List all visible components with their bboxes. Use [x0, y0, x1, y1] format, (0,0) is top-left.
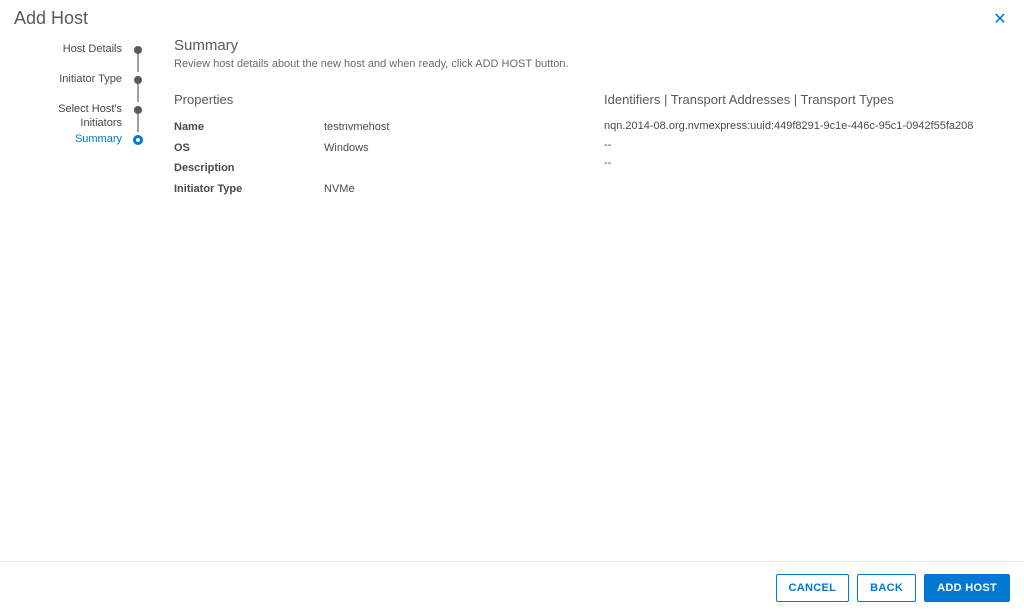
- footer: CANCEL BACK ADD HOST: [0, 561, 1024, 614]
- step-dot-icon: [133, 135, 143, 145]
- step-dot-icon: [134, 106, 142, 114]
- wizard-step-label: Summary: [75, 133, 132, 147]
- property-label: OS: [174, 140, 324, 157]
- property-value: NVMe: [324, 181, 564, 198]
- property-row-os: OS Windows: [174, 138, 564, 159]
- property-value: [324, 160, 564, 177]
- property-label: Description: [174, 160, 324, 177]
- cancel-button[interactable]: CANCEL: [776, 574, 850, 602]
- property-label: Name: [174, 119, 324, 136]
- wizard-step-summary[interactable]: Summary: [14, 133, 144, 163]
- wizard-step-host-details[interactable]: Host Details: [14, 43, 144, 73]
- transport-type-row: --: [604, 154, 1010, 173]
- property-value: testnvmehost: [324, 119, 564, 136]
- close-icon[interactable]: ✕: [990, 9, 1010, 29]
- property-row-initiator-type: Initiator Type NVMe: [174, 179, 564, 200]
- section-hint: Review host details about the new host a…: [174, 58, 1010, 70]
- identifiers-heading: Identifiers | Transport Addresses | Tran…: [604, 92, 1010, 107]
- transport-address-row: --: [604, 136, 1010, 155]
- add-host-button[interactable]: ADD HOST: [924, 574, 1010, 602]
- step-dot-icon: [134, 46, 142, 54]
- wizard-step-label: Host Details: [63, 43, 132, 57]
- content-area: Summary Review host details about the ne…: [144, 33, 1010, 561]
- section-heading: Summary: [174, 37, 1010, 54]
- back-button[interactable]: BACK: [857, 574, 916, 602]
- wizard-step-initiator-type[interactable]: Initiator Type: [14, 73, 144, 103]
- step-dot-icon: [134, 76, 142, 84]
- property-row-name: Name testnvmehost: [174, 117, 564, 138]
- property-row-description: Description: [174, 158, 564, 179]
- page-title: Add Host: [14, 8, 88, 29]
- wizard-steps: Host Details Initiator Type Select Host'…: [14, 33, 144, 561]
- wizard-step-label: Select Host's Initiators: [32, 103, 132, 131]
- wizard-step-select-initiators[interactable]: Select Host's Initiators: [14, 103, 144, 133]
- identifier-row: nqn.2014-08.org.nvmexpress:uuid:449f8291…: [604, 117, 1010, 136]
- wizard-step-label: Initiator Type: [59, 73, 132, 87]
- properties-heading: Properties: [174, 92, 564, 107]
- property-value: Windows: [324, 140, 564, 157]
- property-label: Initiator Type: [174, 181, 324, 198]
